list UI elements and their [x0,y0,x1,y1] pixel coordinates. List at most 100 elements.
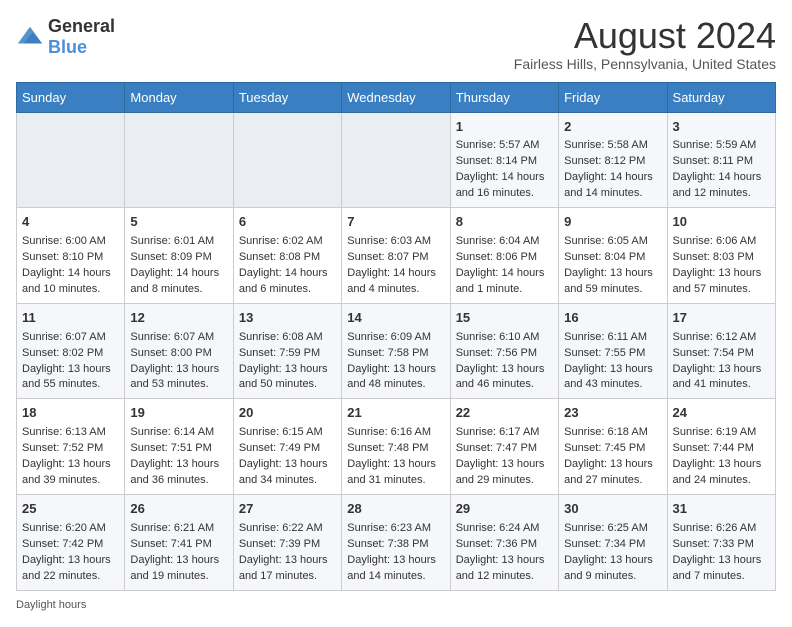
day-cell: 27 Sunrise: 6:22 AMSunset: 7:39 PMDayligh… [233,494,341,590]
day-cell: 4 Sunrise: 6:00 AMSunset: 8:10 PMDaylight… [17,208,125,304]
day-header-tuesday: Tuesday [233,82,341,112]
day-info: Sunrise: 6:17 AMSunset: 7:47 PMDaylight:… [456,426,545,486]
day-cell: 17Sunrise: 6:12 AMSunset: 7:54 PMDayligh… [667,303,775,399]
day-cell: 9Sunrise: 6:05 AMSunset: 8:04 PMDaylight… [559,208,667,304]
day-info: Sunrise: 6:26 AMSunset: 7:33 PMDaylight:… [673,522,762,582]
logo: General Blue [16,16,115,58]
day-number: 7 [347,213,444,232]
day-info: Sunrise: 5:59 AMSunset: 8:11 PMDaylight:… [673,139,762,199]
day-cell [17,112,125,208]
day-cell: 19Sunrise: 6:14 AMSunset: 7:51 PMDayligh… [125,399,233,495]
title-block: August 2024 Fairless Hills, Pennsylvania… [514,16,776,72]
day-info: Sunrise: 5:58 AMSunset: 8:12 PMDaylight:… [564,139,653,199]
day-info: Sunrise: 6:21 AMSunset: 7:41 PMDaylight:… [130,522,219,582]
day-number: 15 [456,309,553,328]
day-header-friday: Friday [559,82,667,112]
day-info: Sunrise: 6:00 AMSunset: 8:10 PMDaylight:… [22,235,111,295]
daylight-label: Daylight hours [16,599,86,611]
day-info: Sunrise: 6:25 AMSunset: 7:34 PMDaylight:… [564,522,653,582]
day-cell [125,112,233,208]
day-cell: 21Sunrise: 6:16 AMSunset: 7:48 PMDayligh… [342,399,450,495]
day-number: 2 [564,118,661,137]
day-cell: 7 Sunrise: 6:03 AMSunset: 8:07 PMDaylight… [342,208,450,304]
calendar-body: 1 Sunrise: 5:57 AMSunset: 8:14 PMDaylight… [17,112,776,590]
day-info: Sunrise: 6:22 AMSunset: 7:39 PMDaylight:… [239,522,328,582]
day-info: Sunrise: 6:23 AMSunset: 7:38 PMDaylight:… [347,522,436,582]
day-info: Sunrise: 6:03 AMSunset: 8:07 PMDaylight:… [347,235,436,295]
day-number: 30 [564,500,661,519]
day-number: 19 [130,404,227,423]
day-cell: 23Sunrise: 6:18 AMSunset: 7:45 PMDayligh… [559,399,667,495]
day-number: 29 [456,500,553,519]
calendar-header: SundayMondayTuesdayWednesdayThursdayFrid… [17,82,776,112]
day-cell: 3Sunrise: 5:59 AMSunset: 8:11 PMDaylight… [667,112,775,208]
day-cell: 11 Sunrise: 6:07 AMSunset: 8:02 PMDayligh… [17,303,125,399]
day-cell: 18 Sunrise: 6:13 AMSunset: 7:52 PMDayligh… [17,399,125,495]
day-info: Sunrise: 6:07 AMSunset: 8:02 PMDaylight:… [22,331,111,391]
logo-general: General [48,16,115,36]
day-cell: 31 Sunrise: 6:26 AMSunset: 7:33 PMDayligh… [667,494,775,590]
day-cell: 25 Sunrise: 6:20 AMSunset: 7:42 PMDayligh… [17,494,125,590]
day-cell: 15 Sunrise: 6:10 AMSunset: 7:56 PMDayligh… [450,303,558,399]
day-number: 11 [22,309,119,328]
header-row: SundayMondayTuesdayWednesdayThursdayFrid… [17,82,776,112]
calendar-table: SundayMondayTuesdayWednesdayThursdayFrid… [16,82,776,591]
day-number: 23 [564,404,661,423]
day-number: 8 [456,213,553,232]
day-header-sunday: Sunday [17,82,125,112]
day-number: 25 [22,500,119,519]
logo-blue: Blue [48,37,87,57]
day-cell: 8 Sunrise: 6:04 AMSunset: 8:06 PMDaylight… [450,208,558,304]
day-info: Sunrise: 6:04 AMSunset: 8:06 PMDaylight:… [456,235,545,295]
day-cell: 5 Sunrise: 6:01 AMSunset: 8:09 PMDaylight… [125,208,233,304]
day-info: Sunrise: 6:02 AMSunset: 8:08 PMDaylight:… [239,235,328,295]
day-number: 27 [239,500,336,519]
day-info: Sunrise: 6:07 AMSunset: 8:00 PMDaylight:… [130,331,219,391]
day-info: Sunrise: 6:09 AMSunset: 7:58 PMDaylight:… [347,331,436,391]
day-number: 24 [673,404,770,423]
day-info: Sunrise: 6:15 AMSunset: 7:49 PMDaylight:… [239,426,328,486]
day-cell: 20 Sunrise: 6:15 AMSunset: 7:49 PMDayligh… [233,399,341,495]
day-cell: 12 Sunrise: 6:07 AMSunset: 8:00 PMDayligh… [125,303,233,399]
day-cell: 6Sunrise: 6:02 AMSunset: 8:08 PMDaylight… [233,208,341,304]
day-info: Sunrise: 5:57 AMSunset: 8:14 PMDaylight:… [456,139,545,199]
calendar-title: August 2024 [514,16,776,56]
week-row-5: 25 Sunrise: 6:20 AMSunset: 7:42 PMDayligh… [17,494,776,590]
day-cell: 16Sunrise: 6:11 AMSunset: 7:55 PMDayligh… [559,303,667,399]
day-number: 20 [239,404,336,423]
logo-text: General Blue [48,16,115,58]
day-number: 21 [347,404,444,423]
calendar-subtitle: Fairless Hills, Pennsylvania, United Sta… [514,56,776,72]
day-info: Sunrise: 6:10 AMSunset: 7:56 PMDaylight:… [456,331,545,391]
day-number: 31 [673,500,770,519]
day-cell: 10Sunrise: 6:06 AMSunset: 8:03 PMDayligh… [667,208,775,304]
day-info: Sunrise: 6:08 AMSunset: 7:59 PMDaylight:… [239,331,328,391]
day-number: 26 [130,500,227,519]
day-header-thursday: Thursday [450,82,558,112]
day-number: 12 [130,309,227,328]
day-cell: 29 Sunrise: 6:24 AMSunset: 7:36 PMDayligh… [450,494,558,590]
week-row-3: 11 Sunrise: 6:07 AMSunset: 8:02 PMDayligh… [17,303,776,399]
day-number: 5 [130,213,227,232]
day-info: Sunrise: 6:12 AMSunset: 7:54 PMDaylight:… [673,331,762,391]
day-number: 4 [22,213,119,232]
day-info: Sunrise: 6:24 AMSunset: 7:36 PMDaylight:… [456,522,545,582]
day-header-wednesday: Wednesday [342,82,450,112]
day-number: 1 [456,118,553,137]
day-number: 22 [456,404,553,423]
day-info: Sunrise: 6:05 AMSunset: 8:04 PMDaylight:… [564,235,653,295]
day-info: Sunrise: 6:06 AMSunset: 8:03 PMDaylight:… [673,235,762,295]
week-row-1: 1 Sunrise: 5:57 AMSunset: 8:14 PMDaylight… [17,112,776,208]
day-info: Sunrise: 6:01 AMSunset: 8:09 PMDaylight:… [130,235,219,295]
day-header-saturday: Saturday [667,82,775,112]
day-cell: 2 Sunrise: 5:58 AMSunset: 8:12 PMDaylight… [559,112,667,208]
calendar-footer: Daylight hours [16,599,776,611]
day-number: 18 [22,404,119,423]
day-info: Sunrise: 6:13 AMSunset: 7:52 PMDaylight:… [22,426,111,486]
day-number: 28 [347,500,444,519]
day-cell: 30 Sunrise: 6:25 AMSunset: 7:34 PMDayligh… [559,494,667,590]
week-row-4: 18 Sunrise: 6:13 AMSunset: 7:52 PMDayligh… [17,399,776,495]
day-number: 13 [239,309,336,328]
day-info: Sunrise: 6:20 AMSunset: 7:42 PMDaylight:… [22,522,111,582]
day-cell [233,112,341,208]
